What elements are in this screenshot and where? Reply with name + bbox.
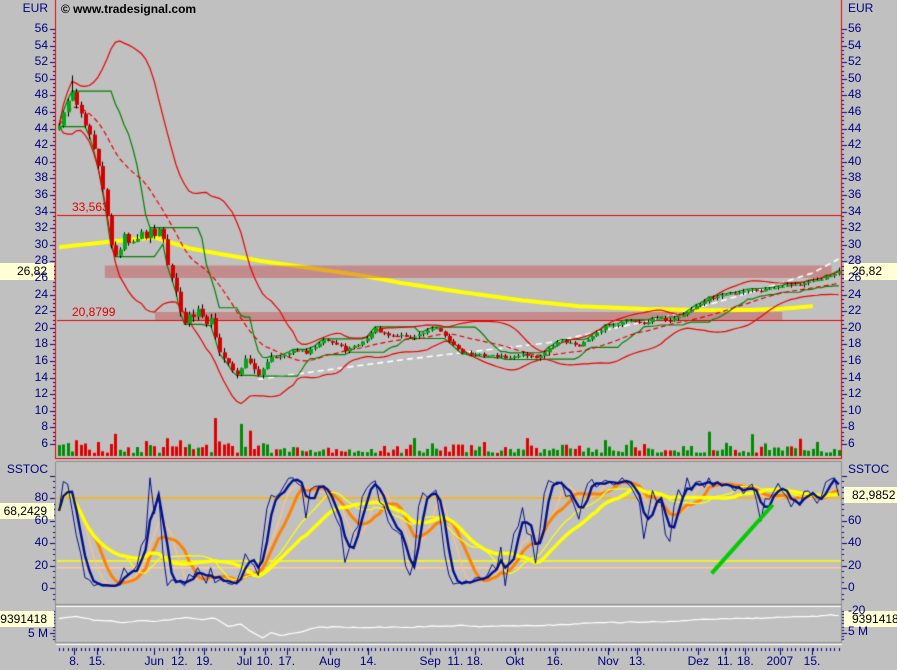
y-tick-label: 24 <box>848 288 861 301</box>
sstoc-tick-label: 40 <box>848 536 861 549</box>
volume-unit-label-right: 5 M <box>848 625 868 638</box>
y-tick-label: 26 <box>0 271 48 284</box>
price-line-label-upper: 33,563 <box>72 201 109 214</box>
sstoc-panel-label-left: SSTOC <box>0 463 48 476</box>
x-axis-label: 18. <box>737 655 754 668</box>
y-tick-label: 36 <box>848 188 861 201</box>
eur-axis-label-right: EUR <box>848 2 873 15</box>
x-axis-label: 2007 <box>766 655 793 668</box>
y-tick-label: 52 <box>848 55 861 68</box>
y-tick-label: 18 <box>0 337 48 350</box>
y-tick-label: 8 <box>0 420 48 433</box>
y-tick-label: 28 <box>848 254 861 267</box>
sstoc-tick-label: 60 <box>848 514 861 527</box>
y-tick-label: 6 <box>848 437 855 450</box>
x-axis-label: 15. <box>804 655 821 668</box>
y-tick-label: 44 <box>0 122 48 135</box>
y-tick-label: 42 <box>848 138 861 151</box>
y-tick-label: 42 <box>0 138 48 151</box>
volume-value-marker-left: 9391418 <box>0 611 54 627</box>
y-tick-label: 26 <box>848 271 861 284</box>
x-axis-label: 15. <box>89 655 106 668</box>
y-tick-label: 40 <box>848 155 861 168</box>
price-line-label-lower: 20,8799 <box>72 306 115 319</box>
sstoc-tick-label: 0 <box>848 581 855 594</box>
eur-axis-label-left: EUR <box>0 2 48 15</box>
y-tick-label: 10 <box>0 404 48 417</box>
y-tick-label: 10 <box>848 404 861 417</box>
main-chart-area[interactable] <box>57 0 841 458</box>
tradesignal-chart-window: EUR EUR © www.tradesignal.com 33,563 20,… <box>0 0 897 670</box>
sstoc-tick-label: 20 <box>0 559 48 572</box>
sstoc-panel-label-right: SSTOC <box>848 463 889 476</box>
y-tick-label: 36 <box>0 188 48 201</box>
y-tick-label: 34 <box>848 205 861 218</box>
y-tick-label: 28 <box>0 254 48 267</box>
x-axis-label: 17. <box>278 655 295 668</box>
x-axis-label: Sep <box>419 655 440 668</box>
sstoc-tick-label: 0 <box>0 581 48 594</box>
y-tick-label: 56 <box>848 22 861 35</box>
x-axis-label: 11. <box>447 655 463 668</box>
x-axis-label: Okt <box>506 655 525 668</box>
y-tick-label: 56 <box>0 22 48 35</box>
y-tick-label: 54 <box>0 39 48 52</box>
sstoc-value-marker-right: 82,9852 <box>844 487 897 503</box>
y-tick-label: 12 <box>0 387 48 400</box>
volume-chart-area[interactable] <box>57 607 841 645</box>
y-tick-label: 16 <box>0 354 48 367</box>
y-tick-label: 12 <box>848 387 861 400</box>
y-tick-label: 32 <box>0 221 48 234</box>
y-tick-label: 30 <box>0 238 48 251</box>
x-axis-label: Jul <box>237 655 252 668</box>
x-axis-label: 16. <box>546 655 563 668</box>
y-tick-label: 48 <box>0 88 48 101</box>
watermark: © www.tradesignal.com <box>61 2 196 16</box>
x-axis-label: 12. <box>171 655 188 668</box>
sstoc-tick-label: 80 <box>0 491 48 504</box>
y-tick-label: 52 <box>0 55 48 68</box>
sstoc-tick-label: -20 <box>848 604 865 617</box>
x-axis-label: Jun <box>145 655 164 668</box>
y-tick-label: 30 <box>848 238 861 251</box>
y-tick-label: 16 <box>848 354 861 367</box>
x-axis-label: 19. <box>196 655 213 668</box>
y-tick-label: 14 <box>0 371 48 384</box>
x-axis-label: Aug <box>319 655 340 668</box>
y-tick-label: 20 <box>848 321 861 334</box>
y-tick-label: 44 <box>848 122 861 135</box>
sstoc-chart-area[interactable] <box>57 462 841 605</box>
x-axis-label: Nov <box>597 655 618 668</box>
y-tick-label: 38 <box>0 171 48 184</box>
x-axis-label: 10. <box>256 655 273 668</box>
volume-unit-label-left: 5 M <box>0 627 48 640</box>
x-axis-label: Dez <box>688 655 709 668</box>
y-tick-label: 32 <box>848 221 861 234</box>
y-tick-label: 38 <box>848 171 861 184</box>
sstoc-tick-label: 20 <box>848 559 861 572</box>
y-tick-label: 50 <box>0 72 48 85</box>
y-tick-label: 14 <box>848 371 861 384</box>
x-axis-label: 8. <box>69 655 79 668</box>
sstoc-tick-label: 40 <box>0 536 48 549</box>
y-tick-label: 8 <box>848 420 855 433</box>
y-tick-label: 20 <box>0 321 48 334</box>
y-tick-label: 6 <box>0 437 48 450</box>
y-tick-label: 34 <box>0 205 48 218</box>
sstoc-tick-label: 60 <box>0 514 48 527</box>
y-tick-label: 22 <box>848 304 861 317</box>
y-tick-label: 46 <box>0 105 48 118</box>
y-tick-label: 24 <box>0 288 48 301</box>
x-axis-label: 13. <box>629 655 646 668</box>
x-axis-label: 14. <box>360 655 377 668</box>
y-tick-label: 40 <box>0 155 48 168</box>
y-tick-label: 48 <box>848 88 861 101</box>
y-tick-label: 22 <box>0 304 48 317</box>
y-tick-label: 54 <box>848 39 861 52</box>
y-tick-label: 46 <box>848 105 861 118</box>
x-axis-label: 11. <box>717 655 733 668</box>
x-axis-label: 18. <box>467 655 484 668</box>
y-tick-label: 18 <box>848 337 861 350</box>
y-tick-label: 50 <box>848 72 861 85</box>
